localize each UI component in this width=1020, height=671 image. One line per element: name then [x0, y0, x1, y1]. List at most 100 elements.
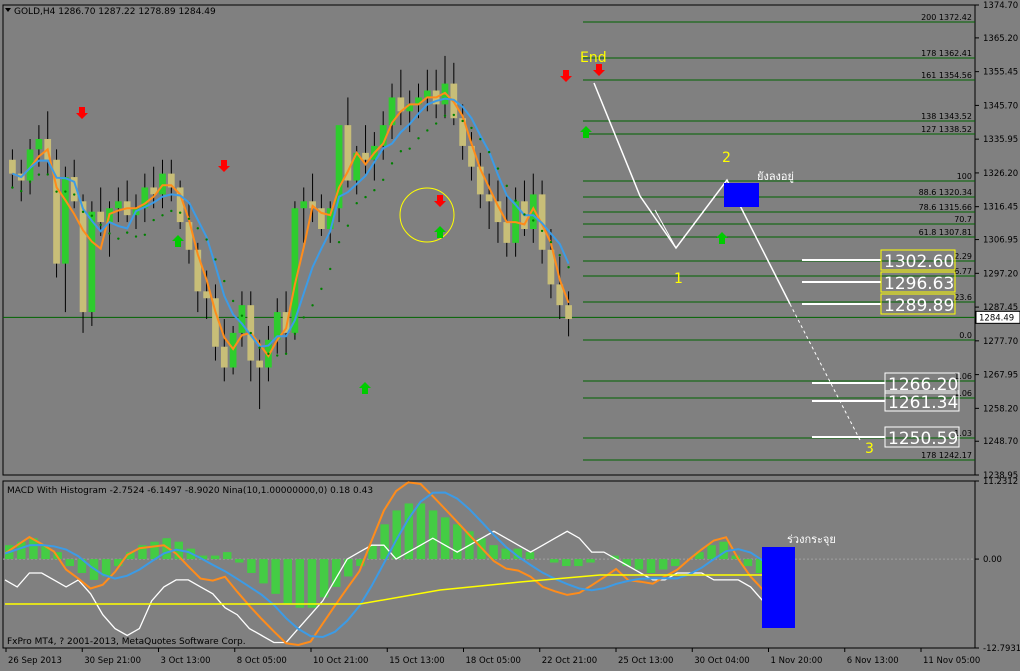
candle-body — [220, 346, 228, 368]
trend-dot — [329, 267, 332, 271]
candle-body — [203, 291, 210, 299]
price-tick-label: 1326.20 — [983, 169, 1018, 179]
macd-tick-label: -12.7931 — [983, 644, 1020, 654]
macd-hist-bar — [586, 559, 595, 563]
fibo-label: 23.6 — [954, 293, 972, 302]
price-tick-label: 1248.70 — [983, 437, 1018, 447]
trend-dot — [514, 199, 517, 202]
candle-body — [565, 305, 572, 320]
trend-dot — [408, 147, 411, 150]
trend-dot — [81, 210, 85, 214]
trend-dot — [505, 184, 508, 188]
trend-dot — [143, 233, 147, 236]
candle-body — [114, 201, 122, 209]
macd-hist-bar — [65, 559, 75, 567]
trend-dot — [364, 195, 367, 199]
fibo-label: 70.7 — [954, 215, 972, 224]
candle-body — [62, 177, 69, 264]
macd-hist-bar — [235, 559, 244, 563]
trend-dot — [284, 352, 288, 355]
time-tick-label: 11 Nov 05:00 — [923, 656, 980, 666]
macd-hist-bar — [307, 559, 317, 608]
price-tick-label: 1316.45 — [983, 203, 1018, 213]
macd-hist-bar — [380, 524, 389, 560]
macd-hist-bar — [259, 559, 268, 584]
macd-hist-bar — [453, 524, 462, 560]
macd-hist-bar — [743, 559, 753, 567]
footer-copyright-text: FxPro MT4, ? 2001-2013, MetaQuotes Softw… — [7, 637, 246, 647]
trend-dot — [549, 240, 553, 244]
price-tick-label: 1365.20 — [983, 34, 1018, 44]
trend-dot — [558, 253, 561, 257]
time-tick-label: 1 Nov 20:00 — [771, 656, 823, 666]
macd-hist-bar — [247, 559, 256, 573]
macd-hist-bar — [646, 559, 656, 573]
candle-body — [97, 211, 105, 223]
trend-dot — [152, 218, 155, 222]
time-tick-label: 10 Oct 21:00 — [313, 656, 368, 666]
candle-body — [503, 222, 511, 243]
macd-hist-bar — [428, 510, 438, 560]
price-tick-label: 1335.95 — [983, 135, 1018, 145]
macd-hist-bar — [222, 552, 232, 560]
trend-dot — [28, 180, 32, 184]
macd-hist-bar — [295, 559, 305, 608]
time-tick-label: 18 Oct 05:00 — [466, 656, 521, 666]
trend-dot — [311, 304, 314, 307]
trend-dot — [523, 213, 526, 216]
trend-dot — [532, 219, 535, 222]
trend-dot — [55, 190, 58, 193]
trend-dot — [64, 190, 67, 193]
target-label: 1302.60 — [884, 252, 954, 272]
trend-dot — [11, 186, 14, 189]
trend-dot — [178, 211, 182, 214]
trend-dot — [258, 346, 261, 349]
macd-hist-bar — [671, 559, 680, 567]
trend-dot — [276, 354, 279, 357]
trend-dot — [320, 287, 323, 291]
macd-hist-bar — [416, 503, 426, 560]
target-label: 1266.20 — [888, 375, 958, 395]
candle-body — [9, 159, 16, 174]
trend-dot — [355, 201, 358, 205]
last-price-label: 1284.49 — [979, 313, 1014, 323]
candle-body — [256, 360, 263, 368]
price-tick-label: 1306.95 — [983, 236, 1018, 246]
time-tick-label: 6 Nov 13:00 — [847, 656, 899, 666]
candle-body — [88, 211, 96, 313]
time-tick-label: 30 Sep 21:00 — [84, 656, 141, 666]
trend-dot — [108, 232, 111, 235]
trend-dot — [214, 258, 217, 261]
trend-dot — [231, 299, 235, 303]
trend-dot — [267, 352, 270, 355]
trend-dot — [125, 231, 129, 234]
candle-body — [79, 201, 87, 313]
time-tick-label: 30 Oct 04:00 — [694, 656, 749, 666]
chart-svg[interactable]: GOLD,H4 1286.70 1287.22 1278.89 1284.49 M… — [0, 0, 1020, 667]
trend-dot — [223, 279, 226, 283]
price-tick-label: 1374.70 — [983, 1, 1018, 11]
trend-dot — [46, 173, 49, 176]
wave-1-label: 1 — [674, 271, 683, 287]
trend-dot — [240, 314, 244, 317]
trend-dot — [487, 150, 491, 154]
fibo-label: 161 1354.56 — [921, 71, 972, 80]
trend-dot — [337, 240, 341, 244]
fibo-label: 178 1362.41 — [921, 49, 972, 58]
fibo-label: 88.6 1320.34 — [919, 188, 972, 197]
trend-dot — [417, 137, 420, 140]
trend-dot — [479, 137, 482, 141]
candle-body — [238, 305, 246, 333]
trend-dot — [399, 150, 403, 153]
fibo-label: 78.6 1315.66 — [919, 203, 972, 212]
thai-annotation-macd: ร่วงกระจุย — [787, 533, 836, 546]
trend-dot — [134, 235, 138, 238]
candle-body — [35, 138, 43, 150]
trend-dot — [170, 209, 173, 213]
thai-annotation-main: ยังลงอยู่ — [757, 170, 794, 183]
trading-chart-window[interactable]: GOLD,H4 1286.70 1287.22 1278.89 1284.49 M… — [0, 0, 1020, 667]
macd-tick-label: 11.2312 — [983, 477, 1018, 487]
fibo-label: 100 — [957, 172, 972, 181]
trend-dot — [99, 223, 102, 227]
trend-dot — [470, 126, 473, 130]
